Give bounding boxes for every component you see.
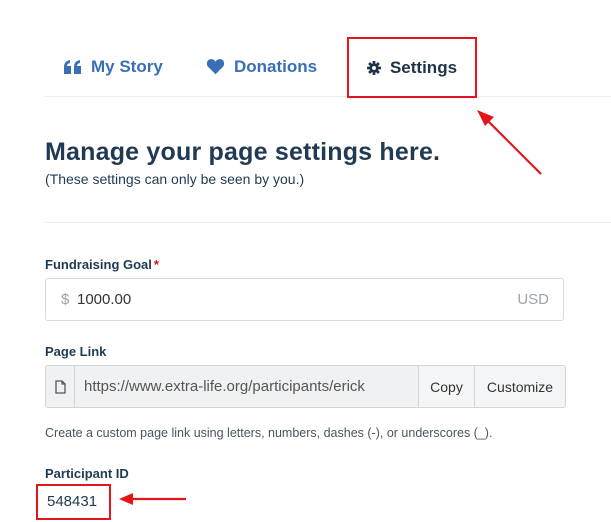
quote-icon bbox=[64, 59, 81, 74]
tab-settings[interactable]: Settings bbox=[347, 37, 477, 98]
tab-donations-label: Donations bbox=[234, 56, 318, 76]
copy-button[interactable]: Copy bbox=[418, 366, 474, 407]
required-mark: * bbox=[153, 257, 159, 272]
heart-icon bbox=[206, 59, 225, 75]
settings-arrow bbox=[477, 110, 542, 175]
tab-my-story[interactable]: My Story bbox=[64, 37, 163, 96]
tab-my-story-label: My Story bbox=[91, 56, 163, 76]
page-link-field[interactable]: https://www.extra-life.org/participants/… bbox=[84, 378, 365, 395]
currency-code: USD bbox=[517, 291, 549, 308]
document-icon bbox=[54, 379, 66, 394]
participant-id-highlight: 548431 bbox=[36, 484, 111, 520]
participant-id-label: Participant ID bbox=[45, 466, 129, 481]
page-link-help-text: Create a custom page link using letters,… bbox=[45, 426, 493, 440]
tab-bar: My Story Donations Settings bbox=[45, 37, 611, 98]
page-title: Manage your page settings here. bbox=[45, 138, 441, 166]
fundraising-goal-label: Fundraising Goal * bbox=[45, 257, 159, 272]
currency-symbol: $ bbox=[61, 291, 70, 308]
participant-id-value: 548431 bbox=[47, 493, 98, 510]
fundraising-goal-label-text: Fundraising Goal bbox=[45, 257, 152, 272]
page-link-group: https://www.extra-life.org/participants/… bbox=[45, 365, 566, 408]
tab-donations[interactable]: Donations bbox=[206, 37, 317, 96]
page-link-label: Page Link bbox=[45, 344, 107, 359]
fundraising-goal-value[interactable]: 1000.00 bbox=[77, 291, 131, 308]
participant-id-arrow bbox=[119, 493, 186, 505]
page-subtitle: (These settings can only be seen by you.… bbox=[45, 171, 305, 187]
customize-button[interactable]: Customize bbox=[474, 366, 565, 407]
gear-icon bbox=[366, 60, 381, 75]
fundraising-goal-input[interactable]: $ 1000.00 USD bbox=[45, 278, 564, 321]
section-divider bbox=[45, 222, 611, 223]
tab-settings-label: Settings bbox=[389, 57, 458, 77]
page-link-icon-cell bbox=[46, 366, 75, 407]
